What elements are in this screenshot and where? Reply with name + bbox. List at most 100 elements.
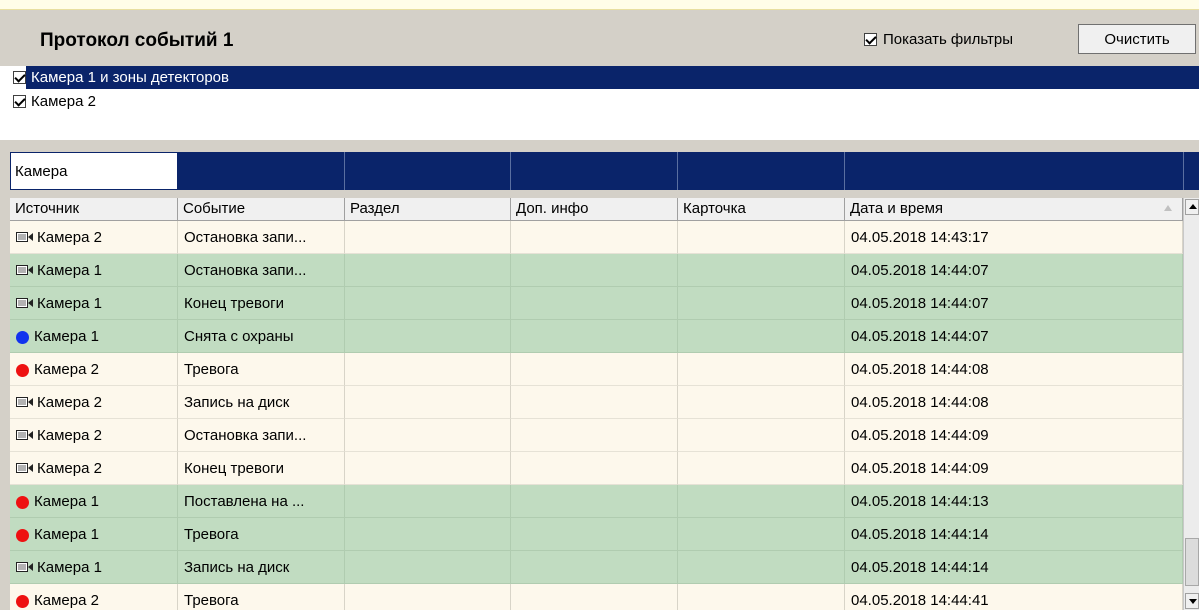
cell-section bbox=[345, 419, 511, 452]
cell-source: Камера 1 bbox=[10, 287, 178, 320]
table-row[interactable]: Камера 2 Запись на диск 04.05.2018 14:44:0… bbox=[10, 386, 1183, 419]
scroll-thumb[interactable] bbox=[1185, 538, 1199, 586]
sort-ascending-icon bbox=[1164, 205, 1172, 211]
source-label: Камера 2 bbox=[37, 460, 102, 477]
cell-card bbox=[678, 452, 845, 485]
cell-section bbox=[345, 287, 511, 320]
column-header-source[interactable]: Источник bbox=[10, 198, 178, 220]
cell-event: Снята с охраны bbox=[178, 320, 345, 353]
column-header-card[interactable]: Карточка bbox=[678, 198, 845, 220]
camera-icon bbox=[16, 222, 34, 253]
info-filter-cell[interactable] bbox=[511, 152, 678, 190]
source-label: Камера 1 bbox=[34, 328, 99, 345]
cell-section bbox=[345, 386, 511, 419]
cell-section bbox=[345, 485, 511, 518]
cell-info bbox=[511, 518, 678, 551]
card-filter-cell[interactable] bbox=[678, 152, 845, 190]
vertical-scrollbar[interactable] bbox=[1183, 198, 1199, 610]
cell-event: Конец тревоги bbox=[178, 287, 345, 320]
cell-datetime: 04.05.2018 14:44:13 bbox=[845, 485, 1183, 518]
filter-checkbox[interactable] bbox=[13, 71, 26, 84]
cell-info bbox=[511, 353, 678, 386]
scroll-up-button[interactable] bbox=[1185, 199, 1199, 215]
cell-card bbox=[678, 320, 845, 353]
cell-info bbox=[511, 485, 678, 518]
cell-info bbox=[511, 254, 678, 287]
arrow-up-icon bbox=[1189, 204, 1197, 209]
cell-event: Конец тревоги bbox=[178, 452, 345, 485]
table-row[interactable]: Камера 1 Остановка запи... 04.05.2018 14:4… bbox=[10, 254, 1183, 287]
cell-event: Остановка запи... bbox=[178, 254, 345, 287]
camera-filter-input[interactable]: Камера bbox=[10, 152, 178, 190]
source-label: Камера 2 bbox=[37, 394, 102, 411]
cell-datetime: 04.05.2018 14:44:09 bbox=[845, 452, 1183, 485]
cell-event: Тревога bbox=[178, 353, 345, 386]
datetime-filter-cell[interactable] bbox=[845, 152, 1184, 190]
column-header-info[interactable]: Доп. инфо bbox=[511, 198, 678, 220]
cell-section bbox=[345, 320, 511, 353]
page-title: Протокол событий 1 bbox=[40, 30, 234, 51]
cell-section bbox=[345, 353, 511, 386]
table-row[interactable]: Камера 1 Запись на диск 04.05.2018 14:44:1… bbox=[10, 551, 1183, 584]
column-header-event[interactable]: Событие bbox=[178, 198, 345, 220]
cell-event: Остановка запи... bbox=[178, 419, 345, 452]
filter-list: Камера 1 и зоны детекторов Камера 2 bbox=[0, 66, 1199, 140]
cell-section bbox=[345, 452, 511, 485]
clear-button[interactable]: Очистить bbox=[1078, 24, 1196, 54]
column-header-datetime[interactable]: Дата и время bbox=[845, 198, 1183, 220]
filter-label: Камера 1 и зоны детекторов bbox=[26, 66, 1199, 89]
cell-datetime: 04.05.2018 14:44:14 bbox=[845, 551, 1183, 584]
filter-item-camera1[interactable]: Камера 1 и зоны детекторов bbox=[0, 66, 1199, 89]
event-filter-cell[interactable] bbox=[178, 152, 345, 190]
column-header-section[interactable]: Раздел bbox=[345, 198, 511, 220]
table-row[interactable]: Камера 1 Снята с охраны 04.05.2018 14:44:0… bbox=[10, 320, 1183, 353]
cell-source: Камера 1 bbox=[10, 551, 178, 584]
filter-item-camera2[interactable]: Камера 2 bbox=[0, 90, 102, 113]
cell-info bbox=[511, 584, 678, 610]
table-row[interactable]: Камера 2 Остановка запи... 04.05.2018 14:4… bbox=[10, 221, 1183, 254]
section-filter-cell[interactable] bbox=[345, 152, 511, 190]
table-row[interactable]: Камера 1 Конец тревоги 04.05.2018 14:44:07 bbox=[10, 287, 1183, 320]
cell-info bbox=[511, 452, 678, 485]
notification-strip bbox=[0, 0, 1199, 10]
cell-source: Камера 2 bbox=[10, 452, 178, 485]
cell-info bbox=[511, 287, 678, 320]
event-log-header: Протокол событий 1 Показать фильтры Очис… bbox=[0, 10, 1199, 66]
source-label: Камера 2 bbox=[37, 229, 102, 246]
cell-info bbox=[511, 551, 678, 584]
column-header-datetime-label: Дата и время bbox=[850, 200, 944, 217]
cell-event: Запись на диск bbox=[178, 386, 345, 419]
arrow-down-icon bbox=[1189, 599, 1197, 604]
cell-datetime: 04.05.2018 14:44:07 bbox=[845, 320, 1183, 353]
table-row[interactable]: Камера 2 Остановка запи... 04.05.2018 14:4… bbox=[10, 419, 1183, 452]
filter-label: Камера 2 bbox=[31, 93, 96, 110]
cell-source: Камера 1 bbox=[10, 320, 178, 353]
cell-source: Камера 1 bbox=[10, 254, 178, 287]
table-row[interactable]: Камера 2 Конец тревоги 04.05.2018 14:44:09 bbox=[10, 452, 1183, 485]
cell-event: Остановка запи... bbox=[178, 221, 345, 254]
event-rows: Камера 2 Остановка запи... 04.05.2018 14:4… bbox=[10, 221, 1183, 610]
camera-icon bbox=[16, 420, 34, 451]
cell-datetime: 04.05.2018 14:44:09 bbox=[845, 419, 1183, 452]
cell-info bbox=[511, 419, 678, 452]
cell-datetime: 04.05.2018 14:43:17 bbox=[845, 221, 1183, 254]
source-label: Камера 2 bbox=[34, 361, 99, 378]
filter-checkbox[interactable] bbox=[13, 95, 26, 108]
source-label: Камера 1 bbox=[34, 526, 99, 543]
event-grid: Камера Источник Событие Раздел Доп. инфо… bbox=[0, 140, 1199, 610]
show-filters-toggle[interactable]: Показать фильтры bbox=[864, 31, 1013, 48]
camera-icon bbox=[16, 387, 34, 418]
blue-dot-icon bbox=[16, 330, 29, 344]
scroll-down-button[interactable] bbox=[1185, 593, 1199, 609]
table-row[interactable]: Камера 2 Тревога 04.05.2018 14:44:08 bbox=[10, 353, 1183, 386]
source-label: Камера 1 bbox=[37, 295, 102, 312]
table-row[interactable]: Камера 1 Поставлена на ... 04.05.2018 14:4… bbox=[10, 485, 1183, 518]
red-dot-icon bbox=[16, 594, 29, 608]
table-row[interactable]: Камера 2 Тревога 04.05.2018 14:44:41 bbox=[10, 584, 1183, 610]
show-filters-checkbox[interactable] bbox=[864, 33, 877, 46]
table-row[interactable]: Камера 1 Тревога 04.05.2018 14:44:14 bbox=[10, 518, 1183, 551]
cell-section bbox=[345, 518, 511, 551]
cell-datetime: 04.05.2018 14:44:41 bbox=[845, 584, 1183, 610]
cell-datetime: 04.05.2018 14:44:07 bbox=[845, 287, 1183, 320]
cell-card bbox=[678, 254, 845, 287]
